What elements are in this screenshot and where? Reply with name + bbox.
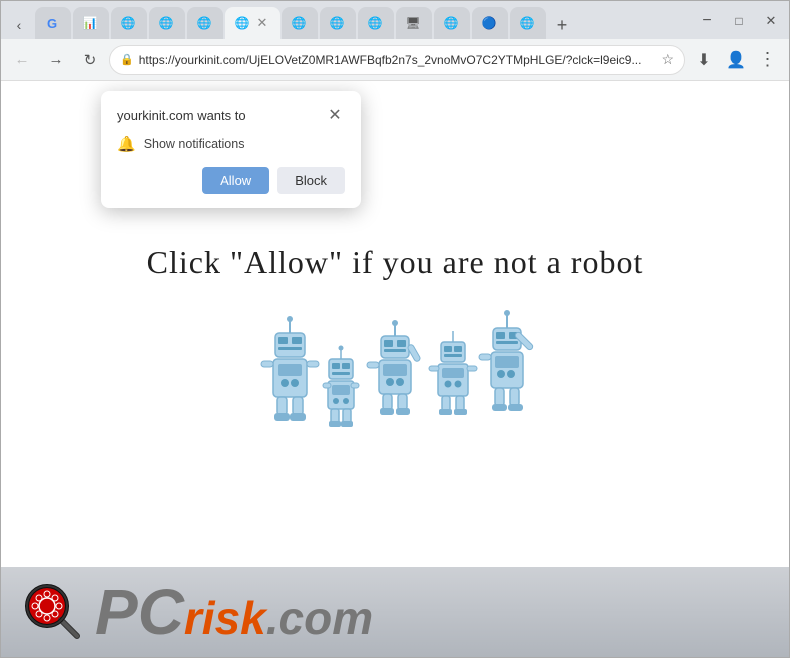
tab-favicon-8: 🌐 xyxy=(330,16,344,30)
tab-favicon-4: 🌐 xyxy=(159,16,173,30)
tab-close-active[interactable]: ✕ xyxy=(254,15,270,31)
page-content: yourkinit.com wants to ✕ 🔔 Show notifica… xyxy=(1,81,789,657)
popup-title: yourkinit.com wants to xyxy=(117,108,246,123)
tab-7[interactable]: 🌐 xyxy=(282,7,318,39)
minimize-button[interactable]: − xyxy=(693,7,721,35)
tab-favicon-1: G xyxy=(45,16,59,30)
tab-11[interactable]: 🌐 xyxy=(434,7,470,39)
reload-button[interactable]: ↻ xyxy=(75,45,105,75)
block-button[interactable]: Block xyxy=(277,167,345,194)
tab-12[interactable]: 🔵 xyxy=(472,7,508,39)
pcrisk-logo-text: PC risk.com xyxy=(95,580,373,644)
bell-icon: 🔔 xyxy=(117,135,136,153)
popup-header: yourkinit.com wants to ✕ xyxy=(117,105,345,125)
popup-close-button[interactable]: ✕ xyxy=(325,105,345,125)
pcrisk-logo-bar: PC risk.com xyxy=(1,567,789,657)
tab-active[interactable]: 🌐 ✕ xyxy=(225,7,280,39)
popup-actions: Allow Block xyxy=(117,167,345,194)
tab-favicon-11: 🌐 xyxy=(444,16,458,30)
tab-9[interactable]: 🌐 xyxy=(358,7,394,39)
maximize-button[interactable]: □ xyxy=(725,7,753,35)
tab-favicon-10: 🖥 xyxy=(406,16,420,30)
address-text: https://yourkinit.com/UjELOVetZ0MR1AWFBq… xyxy=(139,53,657,67)
tab-favicon-3: 🌐 xyxy=(121,16,135,30)
tab-3[interactable]: 🌐 xyxy=(111,7,147,39)
robots-svg xyxy=(255,305,535,465)
toolbar: ← → ↻ 🔒 https://yourkinit.com/UjELOVetZ0… xyxy=(1,39,789,81)
tab-10[interactable]: 🖥 xyxy=(396,7,432,39)
tab-favicon-13: 🌐 xyxy=(520,16,534,30)
robots-illustration xyxy=(255,305,535,465)
back-button[interactable]: ← xyxy=(7,45,37,75)
forward-button[interactable]: → xyxy=(41,45,71,75)
tab-bar: ‹ G 📊 🌐 🌐 🌐 🌐 ✕ 🌐 🌐 🌐 🖥 xyxy=(1,1,789,39)
tab-5[interactable]: 🌐 xyxy=(187,7,223,39)
tab-4[interactable]: 🌐 xyxy=(149,7,185,39)
browser-window: ‹ G 📊 🌐 🌐 🌐 🌐 ✕ 🌐 🌐 🌐 🖥 xyxy=(0,0,790,658)
captcha-text: Click "Allow" if you are not a robot xyxy=(147,244,644,281)
notification-row-text: Show notifications xyxy=(144,137,245,151)
bookmark-star-icon[interactable]: ☆ xyxy=(661,51,674,68)
logo-pc-text: PC xyxy=(95,580,184,644)
profile-button[interactable]: 👤 xyxy=(721,45,751,75)
tab-2[interactable]: 📊 xyxy=(73,7,109,39)
lock-icon: 🔒 xyxy=(120,53,134,66)
tab-favicon-9: 🌐 xyxy=(368,16,382,30)
tab-13[interactable]: 🌐 xyxy=(510,7,546,39)
new-tab-button[interactable]: + xyxy=(548,11,576,39)
tab-favicon-7: 🌐 xyxy=(292,16,306,30)
close-window-button[interactable]: ✕ xyxy=(757,7,785,35)
tab-8[interactable]: 🌐 xyxy=(320,7,356,39)
download-button[interactable]: ⬇ xyxy=(689,45,719,75)
tab-favicon-2: 📊 xyxy=(83,16,97,30)
address-bar[interactable]: 🔒 https://yourkinit.com/UjELOVetZ0MR1AWF… xyxy=(109,45,685,75)
back-tab-btn[interactable]: ‹ xyxy=(5,11,33,39)
notification-popup: yourkinit.com wants to ✕ 🔔 Show notifica… xyxy=(101,91,361,208)
tab-favicon-5: 🌐 xyxy=(197,16,211,30)
toolbar-actions: ⬇ 👤 ⋮ xyxy=(689,45,783,75)
allow-button[interactable]: Allow xyxy=(202,167,269,194)
popup-notification-row: 🔔 Show notifications xyxy=(117,135,345,153)
pcrisk-logo-icon xyxy=(21,580,85,644)
menu-button[interactable]: ⋮ xyxy=(753,45,783,75)
tab-1[interactable]: G xyxy=(35,7,71,39)
tab-favicon-12: 🔵 xyxy=(482,16,496,30)
logo-risk-text: risk.com xyxy=(184,595,373,641)
tab-favicon-active: 🌐 xyxy=(235,16,249,30)
